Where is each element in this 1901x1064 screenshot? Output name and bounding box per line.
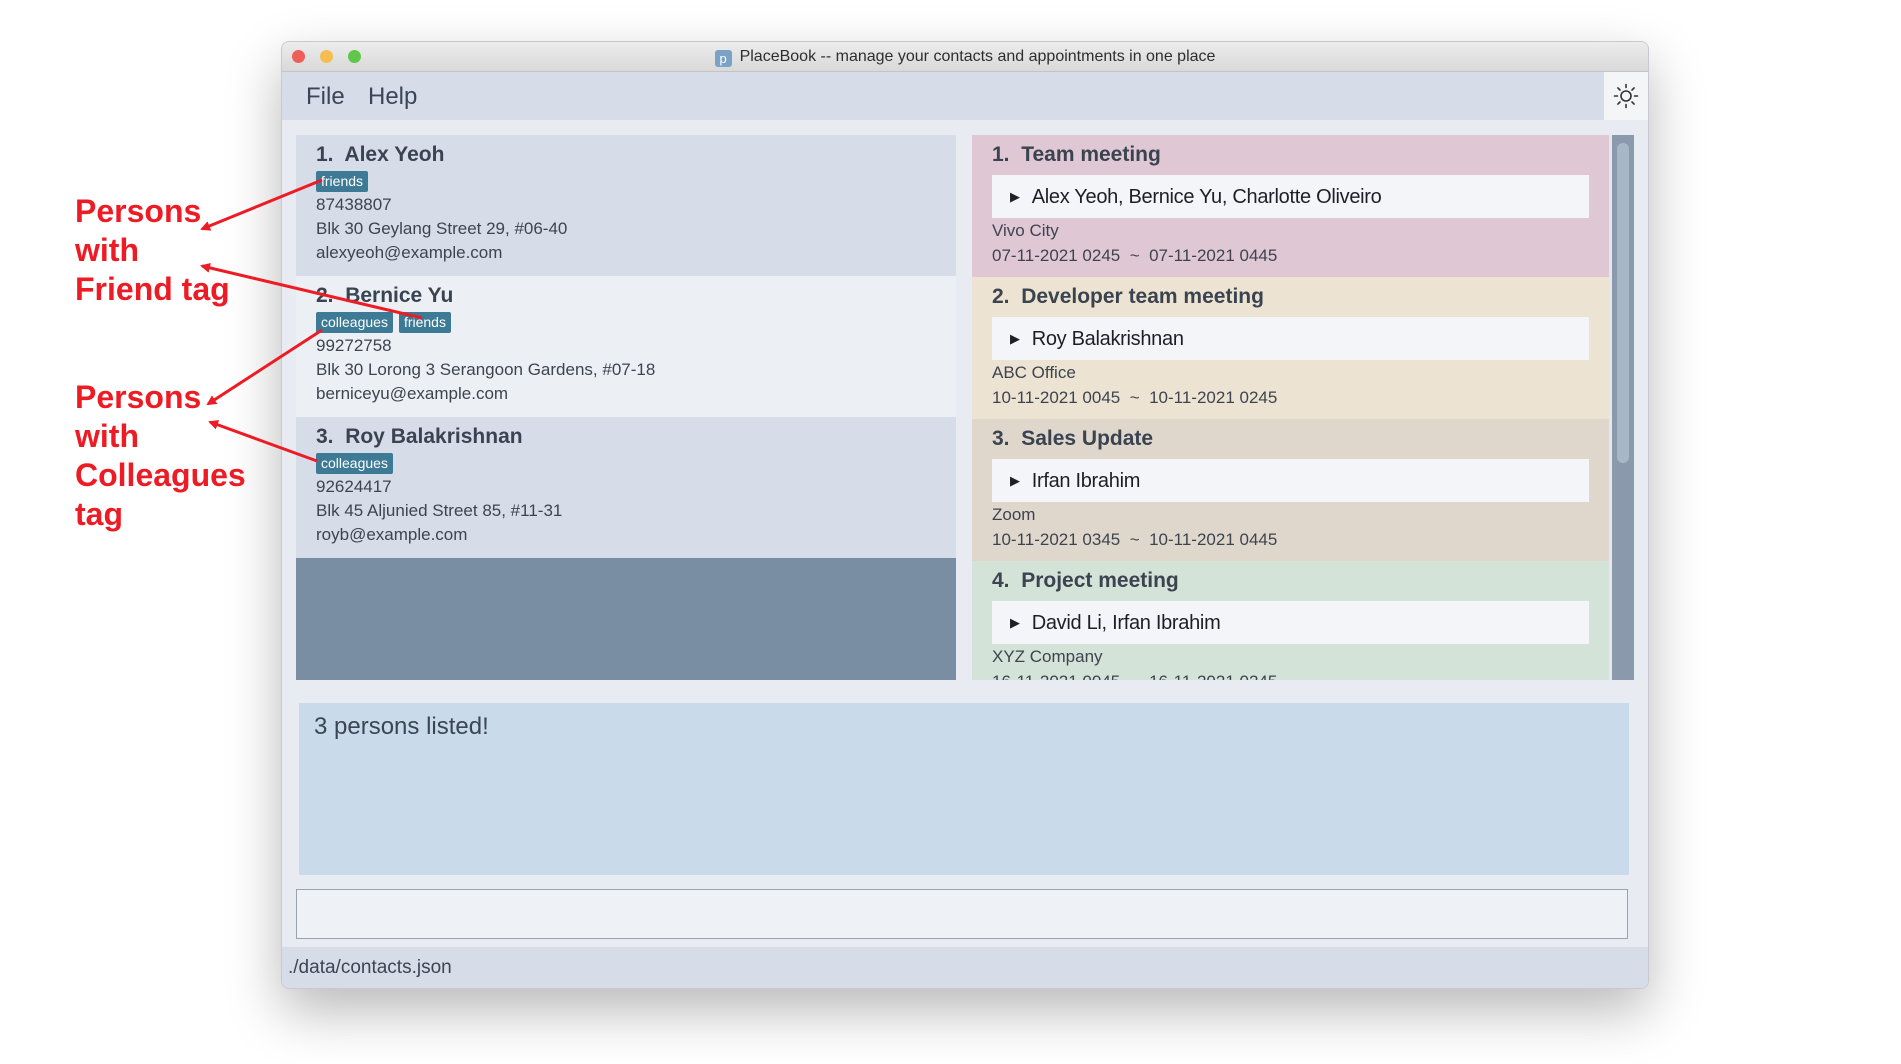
arrow-friend-alex bbox=[200, 178, 323, 231]
arrow-colleague-roy bbox=[208, 420, 318, 463]
arrow-friend-bernice bbox=[200, 262, 423, 320]
arrow-colleague-bernice bbox=[206, 328, 323, 406]
annotation-arrows bbox=[200, 178, 423, 463]
